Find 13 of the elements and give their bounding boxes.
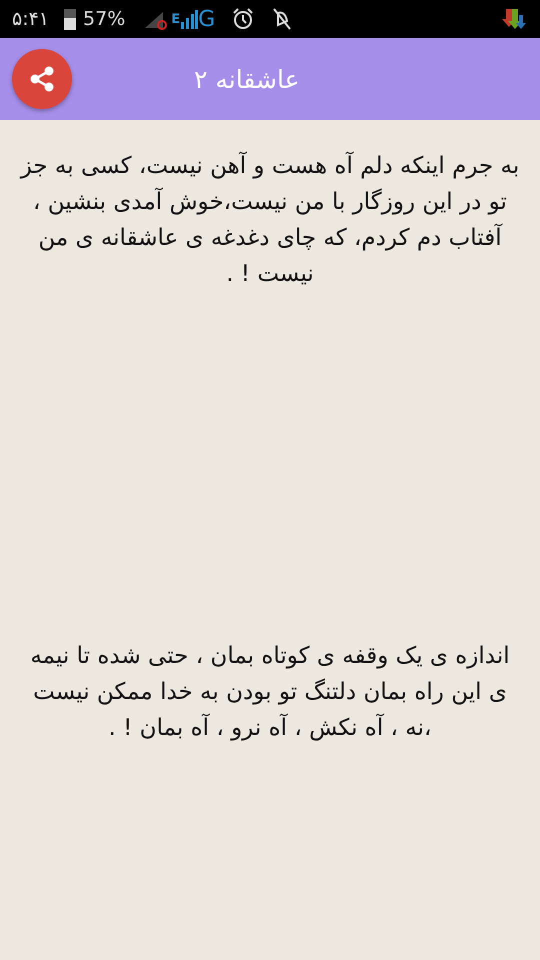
vibrate-off-icon: [271, 7, 294, 31]
download-icon: [502, 7, 528, 31]
clock: ۵:۴۱: [12, 8, 50, 30]
share-button[interactable]: [12, 49, 72, 109]
alarm-clock-icon: [231, 7, 256, 31]
poem-paragraph: به جرم اینکه دلم آه هست و آهن نیست، کسی به جز تو در این روزگار با من نیست،خوش آمدی بنشین ، آفتاب دم کردم، که چای دغدغه ی عاشقانه ی من نیست ! .: [18, 150, 520, 289]
network-type-label: G: [198, 6, 216, 32]
signal-bars-icon: [180, 9, 198, 29]
network-type-label: E: [171, 12, 180, 26]
poem-paragraph: اندازه ی یک وقفه ی کوتاه بمان ، حتی شده تا نیمه ی این راه بمان دلتنگ تو بودن به خدا ممکن نیست ،نه ، آه نکش ، آه نرو ، آه بمان ! .: [29, 642, 511, 743]
screen-title: عاشقانه ۲: [194, 64, 300, 94]
battery-icon: [63, 7, 78, 31]
battery-percent: 57%: [83, 8, 126, 30]
